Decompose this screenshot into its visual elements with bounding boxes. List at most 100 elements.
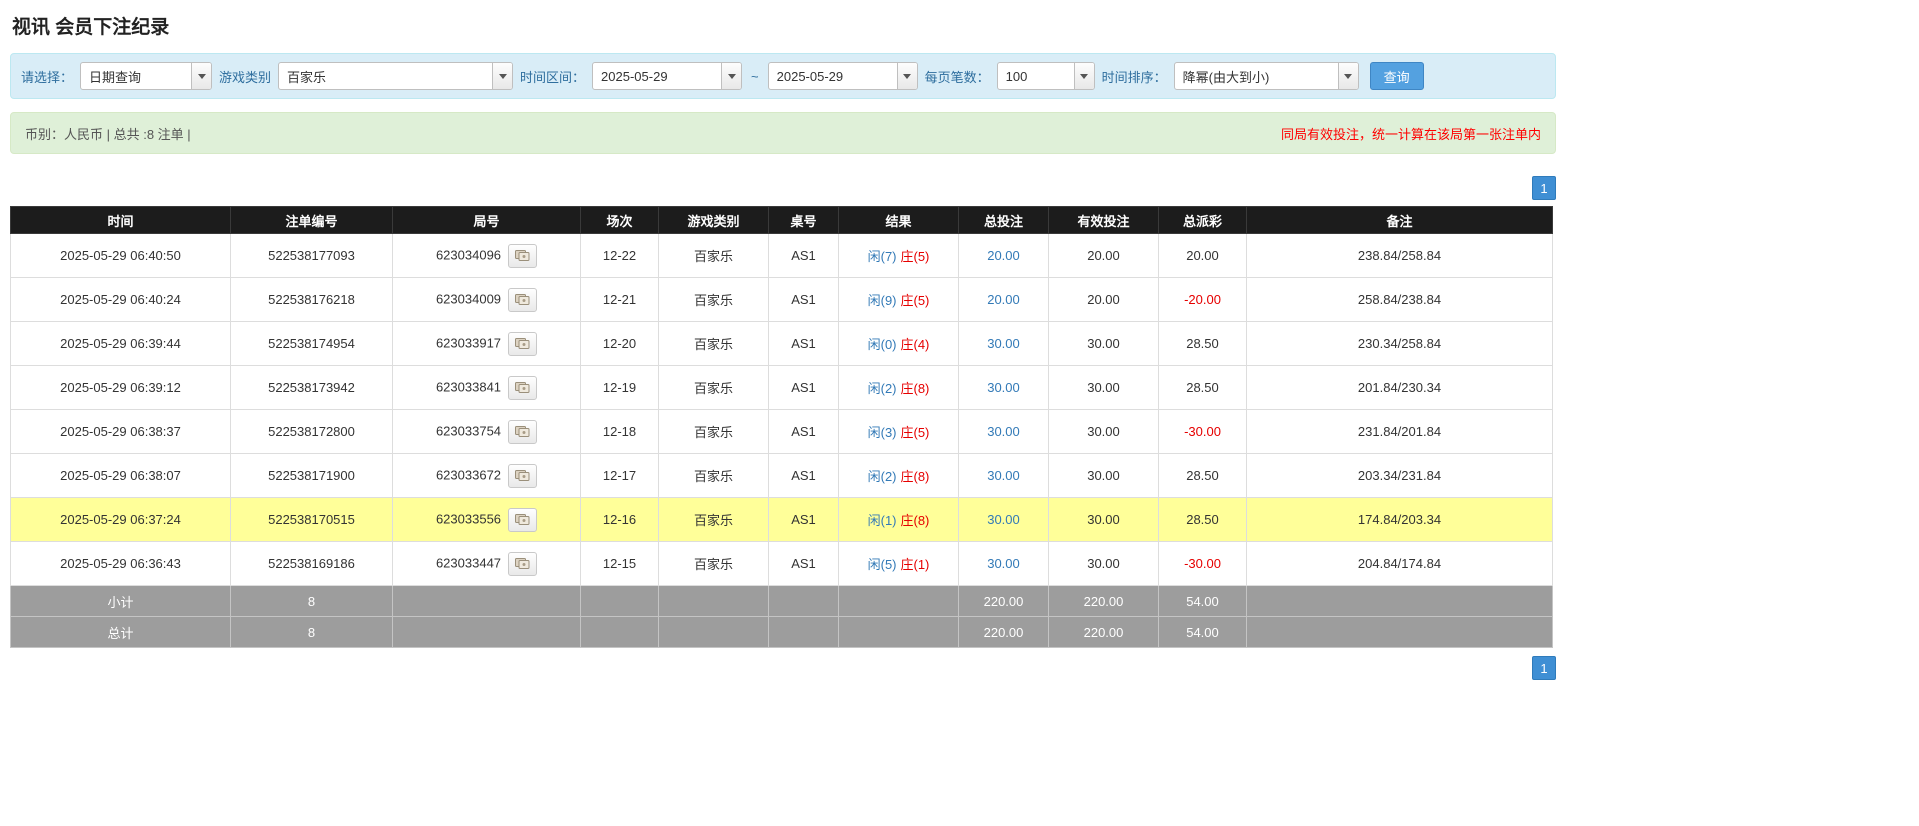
cell-bet-id: 522538170515 — [231, 498, 393, 542]
table-row: 2025-05-29 06:38:07 522538171900 6230336… — [11, 454, 1553, 498]
view-round-cards-button[interactable] — [508, 288, 537, 312]
time-range-label: 时间区间： — [520, 67, 585, 86]
chevron-down-icon[interactable] — [492, 63, 512, 89]
view-round-cards-button[interactable] — [508, 420, 537, 444]
cell-session: 12-22 — [581, 234, 659, 278]
cell-payout: -30.00 — [1159, 410, 1247, 454]
cell-total-bet[interactable]: 30.00 — [959, 454, 1049, 498]
subtotal-valid-bet: 220.00 — [1049, 586, 1159, 617]
view-round-cards-button[interactable] — [508, 244, 537, 268]
view-round-cards-button[interactable] — [508, 332, 537, 356]
page-size-label: 每页笔数： — [925, 67, 990, 86]
subtotal-empty — [659, 586, 769, 617]
total-valid-bet: 220.00 — [1049, 617, 1159, 648]
chevron-down-icon[interactable] — [897, 63, 917, 89]
view-round-cards-button[interactable] — [508, 552, 537, 576]
cell-round-id: 623033672 — [393, 454, 581, 498]
cards-icon — [515, 381, 530, 394]
result-banker: 庄(8) — [901, 513, 930, 528]
cell-valid-bet: 30.00 — [1049, 542, 1159, 586]
chevron-down-icon[interactable] — [191, 63, 211, 89]
cell-table-no: AS1 — [769, 366, 839, 410]
total-label: 总计 — [11, 617, 231, 648]
total-empty — [393, 617, 581, 648]
cell-bet-id: 522538177093 — [231, 234, 393, 278]
page-title: 视讯 会员下注纪录 — [10, 8, 1556, 53]
subtotal-total-bet: 220.00 — [959, 586, 1049, 617]
cell-total-bet[interactable]: 30.00 — [959, 322, 1049, 366]
cell-total-bet[interactable]: 30.00 — [959, 410, 1049, 454]
cell-round-id: 623033754 — [393, 410, 581, 454]
date-to-select[interactable]: 2025-05-29 — [768, 62, 918, 90]
cell-time: 2025-05-29 06:37:24 — [11, 498, 231, 542]
cell-payout: 28.50 — [1159, 322, 1247, 366]
page-container: 视讯 会员下注纪录 请选择： 日期查询 游戏类别 百家乐 时间区间： 2025-… — [0, 0, 1556, 680]
col-header-valid-bet: 有效投注 — [1049, 207, 1159, 234]
result-player: 闲(9) — [868, 293, 897, 308]
subtotal-empty — [1247, 586, 1553, 617]
date-from-select[interactable]: 2025-05-29 — [592, 62, 742, 90]
query-type-label: 请选择： — [21, 67, 73, 86]
cell-total-bet[interactable]: 30.00 — [959, 542, 1049, 586]
total-empty — [769, 617, 839, 648]
result-player: 闲(7) — [868, 249, 897, 264]
round-id-text: 623033447 — [436, 555, 501, 570]
col-header-result: 结果 — [839, 207, 959, 234]
round-id-text: 623034096 — [436, 247, 501, 262]
cell-table-no: AS1 — [769, 410, 839, 454]
cell-payout: 28.50 — [1159, 454, 1247, 498]
cell-bet-id: 522538172800 — [231, 410, 393, 454]
result-player: 闲(2) — [868, 469, 897, 484]
cell-table-no: AS1 — [769, 542, 839, 586]
cell-table-no: AS1 — [769, 278, 839, 322]
cell-remark: 204.84/174.84 — [1247, 542, 1553, 586]
summary-bar: 币别：人民币 | 总共 :8 注单 | 同局有效投注，统一计算在该局第一张注单内 — [10, 112, 1556, 154]
col-header-session: 场次 — [581, 207, 659, 234]
chevron-down-icon[interactable] — [721, 63, 741, 89]
view-round-cards-button[interactable] — [508, 376, 537, 400]
pagination-top: 1 — [10, 176, 1556, 200]
cell-result: 闲(0)庄(4) — [839, 322, 959, 366]
cell-game-type: 百家乐 — [659, 322, 769, 366]
search-button[interactable]: 查询 — [1370, 62, 1424, 90]
result-banker: 庄(8) — [901, 381, 930, 396]
cell-round-id: 623033556 — [393, 498, 581, 542]
cell-remark: 230.34/258.84 — [1247, 322, 1553, 366]
view-round-cards-button[interactable] — [508, 508, 537, 532]
col-header-game-type: 游戏类别 — [659, 207, 769, 234]
page-1-button[interactable]: 1 — [1532, 656, 1556, 680]
page-size-select[interactable]: 100 — [997, 62, 1095, 90]
round-id-text: 623034009 — [436, 291, 501, 306]
cell-payout: 28.50 — [1159, 498, 1247, 542]
query-type-select[interactable]: 日期查询 — [80, 62, 212, 90]
chevron-down-icon[interactable] — [1074, 63, 1094, 89]
col-header-remark: 备注 — [1247, 207, 1553, 234]
cell-table-no: AS1 — [769, 454, 839, 498]
sort-order-label: 时间排序： — [1102, 67, 1167, 86]
game-type-select[interactable]: 百家乐 — [278, 62, 513, 90]
sort-order-select[interactable]: 降幂(由大到小) — [1174, 62, 1359, 90]
cell-time: 2025-05-29 06:40:50 — [11, 234, 231, 278]
cell-total-bet[interactable]: 20.00 — [959, 234, 1049, 278]
cell-total-bet[interactable]: 30.00 — [959, 366, 1049, 410]
cell-result: 闲(7) 庄(5) — [839, 234, 959, 278]
cell-total-bet[interactable]: 20.00 — [959, 278, 1049, 322]
page-1-button[interactable]: 1 — [1532, 176, 1556, 200]
cell-round-id: 623034009 — [393, 278, 581, 322]
cell-total-bet[interactable]: 30.00 — [959, 498, 1049, 542]
result-banker: 庄(5) — [901, 249, 930, 264]
round-id-text: 623033841 — [436, 379, 501, 394]
cell-session: 12-17 — [581, 454, 659, 498]
view-round-cards-button[interactable] — [508, 464, 537, 488]
summary-notice: 同局有效投注，统一计算在该局第一张注单内 — [1281, 124, 1541, 143]
total-empty — [1247, 617, 1553, 648]
cell-remark: 231.84/201.84 — [1247, 410, 1553, 454]
result-player: 闲(0) — [868, 337, 897, 352]
cell-result: 闲(2)庄(8) — [839, 454, 959, 498]
cards-icon — [515, 425, 530, 438]
chevron-down-icon[interactable] — [1338, 63, 1358, 89]
cell-valid-bet: 30.00 — [1049, 322, 1159, 366]
cell-round-id: 623033841 — [393, 366, 581, 410]
round-id-text: 623033672 — [436, 467, 501, 482]
cell-game-type: 百家乐 — [659, 234, 769, 278]
